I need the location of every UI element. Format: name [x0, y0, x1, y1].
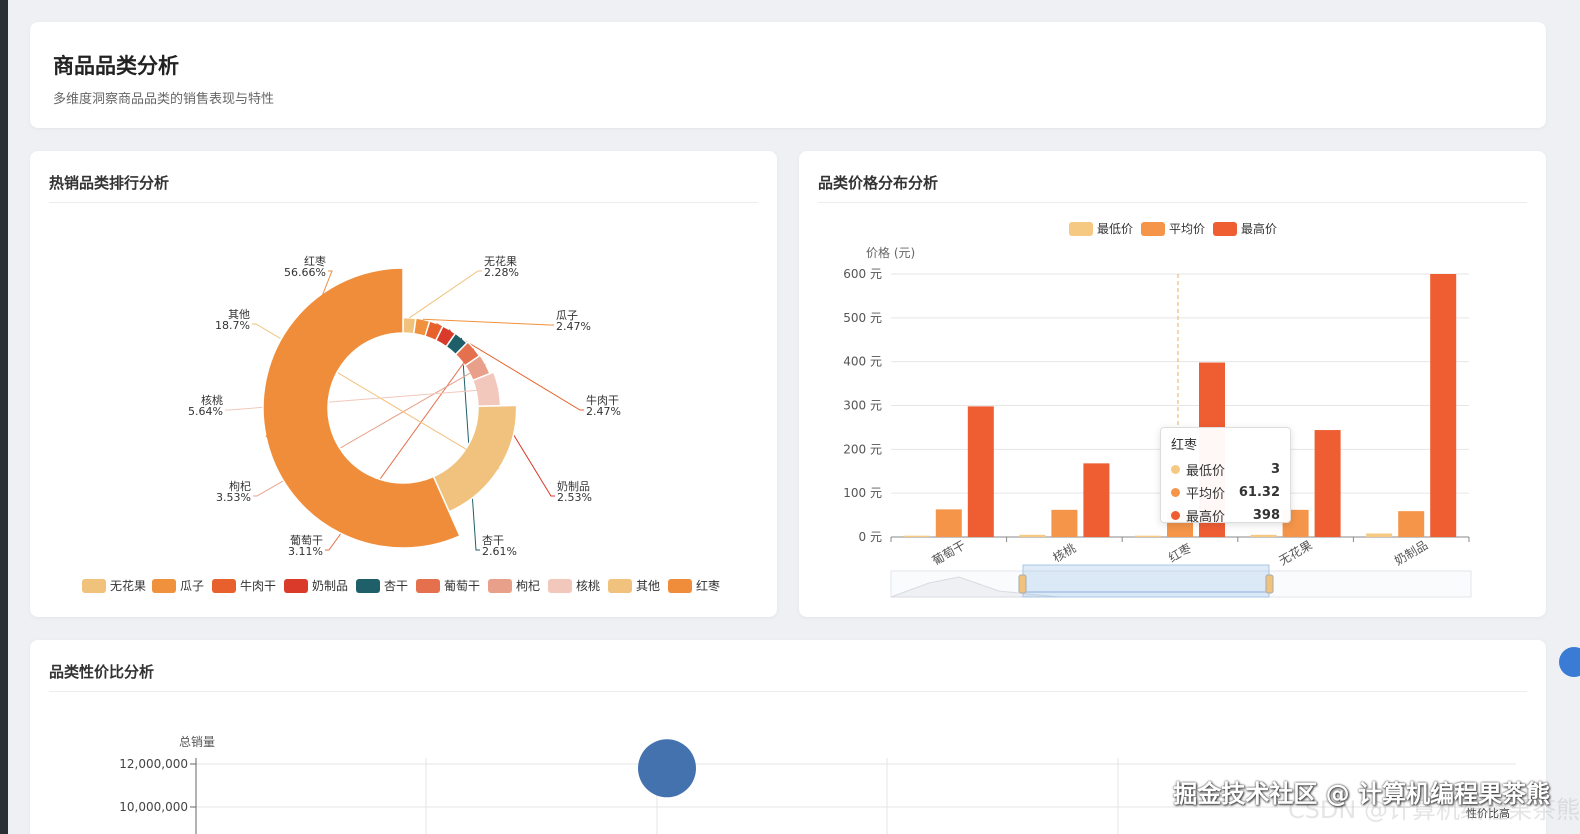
- legend-label: 最低价: [1097, 222, 1133, 236]
- legend-swatch: [356, 579, 380, 593]
- slice-percent-label: 2.28%: [484, 266, 519, 279]
- legend-swatch: [488, 579, 512, 593]
- legend-swatch: [416, 579, 440, 593]
- watermark: 掘金技术社区 @ 计算机编程果茶熊: [1173, 780, 1550, 808]
- y-tick-label: 400 元: [843, 355, 882, 369]
- bar: [1314, 430, 1341, 537]
- slice-percent-label: 18.7%: [215, 319, 250, 332]
- zoom-handle-left: [1018, 574, 1027, 594]
- pie-slice: [432, 404, 518, 513]
- tooltip-value: 398: [1252, 508, 1280, 523]
- legend-swatch: [82, 579, 106, 593]
- page-header: 商品品类分析 多维度洞察商品品类的销售表现与特性: [30, 22, 1546, 128]
- leader-line: [422, 318, 554, 326]
- legend-label: 葡萄干: [444, 579, 480, 593]
- pie-chart-card: 热销品类排行分析 无花果 2.28% 瓜子 2.47% 牛肉干 2.47% 奶制品 2.53%…: [30, 151, 777, 617]
- page-title: 商品品类分析: [53, 54, 179, 78]
- y-tick-label: 500 元: [843, 311, 882, 325]
- slice-percent-label: 3.53%: [216, 491, 251, 504]
- y-tick-label: 12,000,000: [119, 757, 188, 771]
- legend-label: 平均价: [1169, 222, 1205, 236]
- slice-percent-label: 2.53%: [557, 491, 592, 504]
- leader-line: [409, 270, 482, 319]
- x-tick-label: 核桃: [1050, 540, 1078, 565]
- legend-swatch: [1213, 222, 1237, 236]
- slice-percent-label: 2.61%: [482, 545, 517, 558]
- tooltip-label: 平均价: [1186, 487, 1226, 502]
- legend-swatch: [608, 579, 632, 593]
- y-tick-label: 0 元: [859, 530, 882, 544]
- slice-percent-label: 2.47%: [586, 405, 621, 418]
- window-edge: [0, 0, 8, 834]
- tooltip-marker: [1171, 511, 1180, 520]
- legend-label: 其他: [636, 579, 660, 593]
- slice-percent-label: 5.64%: [188, 405, 223, 418]
- bar-chart-card: 品类价格分布分析 最低价 平均价 最高价 价格 (元) 0 元 100 元 200 元 300…: [799, 151, 1546, 617]
- x-tick-label: 红枣: [1166, 540, 1194, 565]
- x-tick-label: 无花果: [1276, 537, 1315, 568]
- chart-tooltip: 红枣最低价 3 平均价 61.32 最高价 398: [1160, 427, 1291, 525]
- legend-swatch: [212, 579, 236, 593]
- y-axis-title: 价格 (元): [866, 245, 915, 260]
- bar: [935, 509, 962, 537]
- legend-swatch: [284, 579, 308, 593]
- y-axis-title: 总销量: [179, 735, 215, 749]
- rose-pie-chart[interactable]: 无花果 2.28% 瓜子 2.47% 牛肉干 2.47% 奶制品 2.53% 杏干 2.61% 葡萄…: [30, 151, 777, 617]
- slice-percent-label: 56.66%: [284, 266, 326, 279]
- pie-slice: [262, 267, 461, 549]
- bar: [903, 535, 930, 537]
- tooltip-row: 最低价 3: [1171, 458, 1280, 481]
- legend-label: 红枣: [696, 578, 720, 593]
- legend-swatch: [1069, 222, 1093, 236]
- scatter-bubble: [638, 739, 696, 798]
- legend-label: 枸杞: [516, 578, 540, 593]
- x-tick-label: 奶制品: [1392, 538, 1430, 568]
- slice-percent-label: 2.47%: [556, 320, 591, 333]
- legend-label: 奶制品: [312, 579, 348, 593]
- legend-label: 最高价: [1241, 221, 1277, 236]
- legend-label: 核桃: [576, 578, 600, 593]
- bar: [1019, 534, 1046, 537]
- bar: [1366, 533, 1393, 537]
- tooltip-value: 61.32: [1238, 485, 1280, 500]
- bar: [967, 406, 994, 537]
- bar: [1135, 535, 1161, 537]
- price-bar-chart[interactable]: 最低价 平均价 最高价价格 (元)0 元100 元200 元300 元400 元50…: [799, 151, 1546, 617]
- legend-label: 杏干: [384, 579, 408, 593]
- tooltip-label: 最高价: [1186, 510, 1226, 525]
- legend-label: 无花果: [110, 578, 146, 593]
- page-subtitle: 多维度洞察商品品类的销售表现与特性: [53, 92, 275, 107]
- tooltip-row: 平均价 61.32: [1171, 481, 1280, 504]
- bar: [1051, 509, 1078, 537]
- y-tick-label: 600 元: [843, 267, 882, 281]
- legend-label: 牛肉干: [240, 578, 276, 593]
- legend-swatch: [548, 579, 572, 593]
- tooltip-marker: [1171, 465, 1180, 474]
- bar: [1398, 511, 1425, 537]
- floating-button[interactable]: [1559, 647, 1580, 677]
- legend-swatch: [1141, 222, 1165, 236]
- zoom-handle-right: [1265, 574, 1274, 594]
- bar: [1250, 534, 1277, 537]
- y-tick-label: 200 元: [843, 442, 882, 456]
- y-tick-label: 10,000,000: [119, 800, 188, 814]
- legend-swatch: [668, 579, 692, 593]
- x-tick-label: 葡萄干: [930, 538, 968, 568]
- y-tick-label: 100 元: [843, 486, 882, 500]
- tooltip-row: 最高价 398: [1171, 504, 1280, 527]
- bar: [1430, 274, 1457, 537]
- tooltip-label: 最低价: [1186, 464, 1226, 479]
- slice-percent-label: 3.11%: [288, 545, 323, 558]
- bar: [1083, 463, 1110, 537]
- tooltip-title: 红枣: [1171, 438, 1198, 453]
- legend-swatch: [152, 579, 176, 593]
- y-tick-label: 300 元: [843, 399, 882, 413]
- legend-label: 瓜子: [180, 579, 204, 593]
- tooltip-marker: [1171, 488, 1180, 497]
- tooltip-value: 3: [1270, 462, 1280, 477]
